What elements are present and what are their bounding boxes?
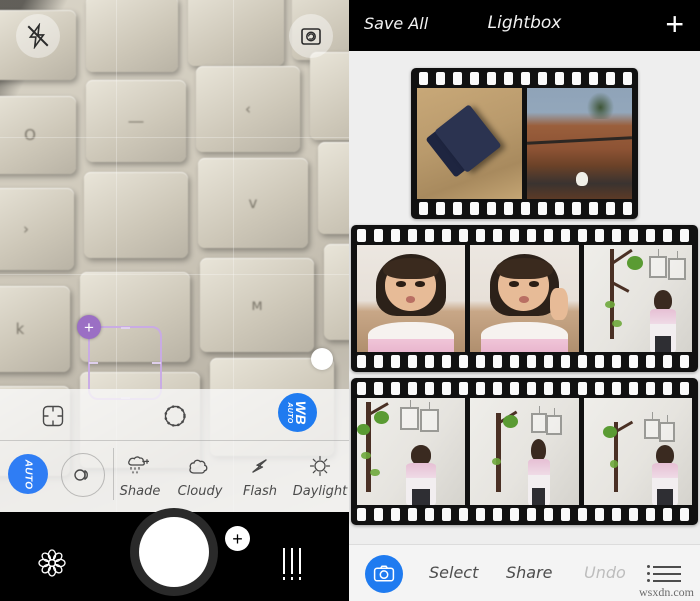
lightbox-panel: Save All Lightbox + Select Share Undo ws…	[349, 0, 700, 601]
photo-wall-kid	[470, 398, 579, 505]
photo-thumbnail[interactable]	[357, 398, 466, 505]
menu-button[interactable]	[647, 565, 681, 586]
film-strip[interactable]	[411, 68, 638, 219]
film-strip[interactable]	[351, 225, 698, 372]
sun-icon	[290, 448, 349, 480]
wb-tungsten-button[interactable]	[61, 453, 105, 497]
film-strip[interactable]	[351, 378, 698, 525]
lightbox-footer: Select Share Undo wsxdn.com	[349, 544, 700, 601]
shutter-button[interactable]	[130, 508, 218, 596]
wb-mode-flash[interactable]: Flash	[230, 448, 290, 499]
white-balance-row: AUTO Shade Cloudy Flash Daylight	[0, 441, 349, 512]
wb-daylight-label: Daylight	[292, 484, 348, 499]
sprocket-row	[411, 202, 638, 215]
wb-mode-shade[interactable]: Shade	[110, 448, 170, 499]
film-frames	[351, 398, 698, 505]
lightbox-header: Save All Lightbox +	[349, 0, 700, 51]
sprocket-row	[351, 508, 698, 521]
film-frames	[411, 88, 638, 199]
photo-thumbnail[interactable]	[470, 245, 579, 352]
select-button[interactable]: Select	[429, 563, 478, 582]
white-balance-button[interactable]: WB AUTO	[278, 393, 317, 432]
shade-icon	[110, 448, 170, 480]
add-lightbox-button[interactable]: +	[665, 8, 684, 40]
macro-flower-button[interactable]	[33, 544, 71, 587]
wb-flash-label: Flash	[242, 484, 278, 499]
sliders-icon	[283, 548, 285, 580]
crop-tool-button[interactable]	[39, 402, 67, 435]
photo-wall-kid	[583, 245, 692, 352]
photo-girl-pout	[357, 245, 466, 352]
photo-thumbnail[interactable]	[417, 88, 522, 199]
cloud-icon	[170, 448, 230, 480]
wb-cloudy-label: Cloudy	[177, 484, 223, 499]
sprocket-row	[351, 355, 698, 368]
photo-wall-kid	[357, 398, 466, 505]
wb-button-sublabel: AUTO	[286, 401, 294, 424]
camera-switch-button[interactable]	[289, 14, 333, 58]
exposure-slider-dot[interactable]	[311, 348, 333, 370]
flash-off-icon	[27, 23, 49, 49]
photo-thumbnail[interactable]	[527, 88, 632, 199]
filter-circle-icon	[164, 405, 186, 427]
camera-button[interactable]	[365, 555, 403, 593]
wb-auto-button[interactable]: AUTO	[8, 454, 48, 494]
photo-thumbnail[interactable]	[583, 245, 692, 352]
photo-girl-peace	[470, 245, 579, 352]
wb-shade-label: Shade	[119, 484, 161, 499]
camera-panel: O ― ‹ # › v k ᴍ	[0, 0, 349, 601]
sprocket-row	[351, 229, 698, 242]
sprocket-row	[411, 72, 638, 85]
shutter-inner	[139, 517, 209, 587]
tungsten-bulb-icon	[74, 469, 88, 481]
film-strip-list	[349, 51, 700, 545]
photo-sdcard	[417, 88, 522, 199]
photo-wall-kid	[583, 398, 692, 505]
list-menu-icon	[647, 565, 681, 568]
camera-switch-icon	[301, 28, 321, 45]
share-button[interactable]: Share	[506, 563, 553, 582]
add-button[interactable]: +	[225, 526, 250, 551]
photo-thumbnail[interactable]	[583, 398, 692, 505]
photo-thumbnail[interactable]	[357, 245, 466, 352]
flower-icon	[38, 549, 66, 577]
filter-tool-button[interactable]	[161, 402, 189, 435]
wb-mode-daylight[interactable]: Daylight	[290, 448, 349, 499]
app-root: O ― ‹ # › v k ᴍ	[0, 0, 700, 601]
watermark: wsxdn.com	[639, 585, 694, 599]
wb-auto-label: AUTO	[22, 459, 34, 489]
film-frames	[351, 245, 698, 352]
focus-plus-handle[interactable]: +	[77, 315, 101, 339]
flash-off-button[interactable]	[16, 14, 60, 58]
camera-icon	[373, 565, 395, 582]
photo-rooftops	[527, 88, 632, 199]
undo-button[interactable]: Undo	[584, 563, 626, 582]
flash-bolt-icon	[230, 448, 290, 480]
settings-bars-button[interactable]	[283, 548, 301, 580]
plus-icon: +	[232, 528, 243, 549]
crop-icon	[42, 405, 64, 427]
wb-button-label: WB	[293, 400, 310, 425]
page-title: Lightbox	[487, 13, 562, 33]
sprocket-row	[351, 382, 698, 395]
photo-thumbnail[interactable]	[470, 398, 579, 505]
wb-mode-cloudy[interactable]: Cloudy	[170, 448, 230, 499]
wb-button-text: WB AUTO	[286, 400, 310, 425]
